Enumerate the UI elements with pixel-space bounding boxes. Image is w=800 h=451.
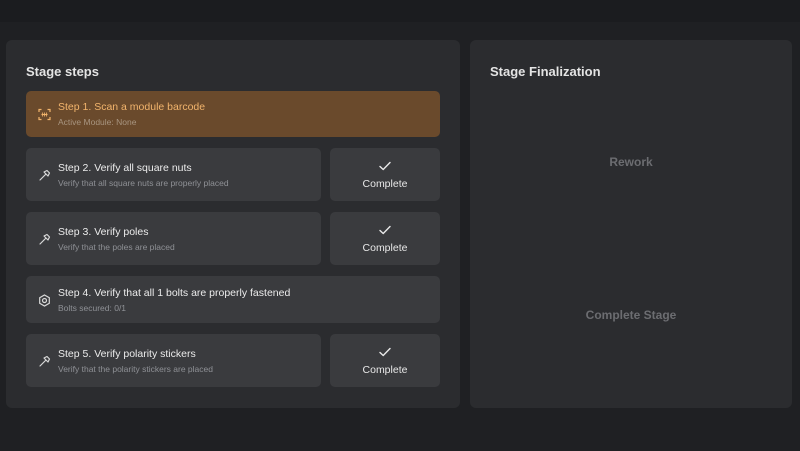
step-4-title: Step 4. Verify that all 1 bolts are prop… <box>58 287 291 299</box>
step-3-subtitle: Verify that the poles are placed <box>58 242 175 252</box>
check-icon <box>330 222 440 236</box>
step-4-subtitle: Bolts secured: 0/1 <box>58 303 127 313</box>
check-icon <box>330 344 440 358</box>
step-5-complete-button[interactable]: Complete <box>330 334 440 387</box>
complete-stage-button[interactable]: Complete Stage <box>470 308 792 322</box>
barcode-scan-icon <box>36 106 52 122</box>
step-1-scan-barcode[interactable]: Step 1. Scan a module barcode Active Mod… <box>26 91 440 137</box>
rework-button[interactable]: Rework <box>470 155 792 169</box>
step-2-subtitle: Verify that all square nuts are properly… <box>58 178 229 188</box>
hammer-icon <box>36 353 52 369</box>
top-bar <box>0 0 800 22</box>
stage-steps-panel: Stage steps Step 1. Scan a module barcod… <box>6 40 460 408</box>
step-2-complete-button[interactable]: Complete <box>330 148 440 201</box>
check-icon <box>330 158 440 172</box>
step-2-title: Step 2. Verify all square nuts <box>58 162 192 174</box>
step-3-title: Step 3. Verify poles <box>58 226 149 238</box>
step-3-poles: Step 3. Verify poles Verify that the pol… <box>26 212 321 265</box>
stage-steps-title: Stage steps <box>26 64 99 79</box>
hex-nut-icon <box>36 292 52 308</box>
step-2-complete-label: Complete <box>362 178 408 190</box>
stage-finalization-panel: Stage Finalization Rework Complete Stage <box>470 40 792 408</box>
hammer-icon <box>36 167 52 183</box>
step-5-polarity-stickers: Step 5. Verify polarity stickers Verify … <box>26 334 321 387</box>
step-1-title: Step 1. Scan a module barcode <box>58 101 206 113</box>
step-5-title: Step 5. Verify polarity stickers <box>58 348 196 360</box>
step-3-complete-button[interactable]: Complete <box>330 212 440 265</box>
step-5-subtitle: Verify that the polarity stickers are pl… <box>58 364 213 374</box>
step-5-complete-label: Complete <box>362 364 408 376</box>
step-2-square-nuts: Step 2. Verify all square nuts Verify th… <box>26 148 321 201</box>
step-4-bolts: Step 4. Verify that all 1 bolts are prop… <box>26 276 440 323</box>
step-3-complete-label: Complete <box>362 242 408 254</box>
step-1-subtitle: Active Module: None <box>58 117 137 127</box>
hammer-icon <box>36 231 52 247</box>
stage-finalization-title: Stage Finalization <box>490 64 601 79</box>
